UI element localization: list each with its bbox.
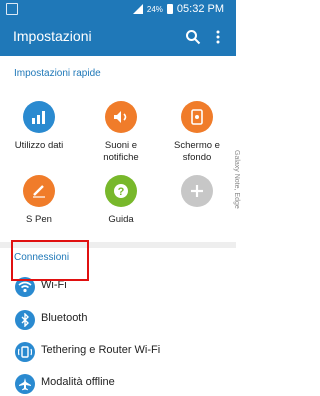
- pen-icon: [23, 175, 55, 207]
- battery-icon: [166, 4, 173, 14]
- quick-item-label: S Pen: [26, 214, 52, 225]
- search-icon[interactable]: [185, 29, 201, 45]
- page-title: Impostazioni: [13, 28, 92, 44]
- signal-icon: [132, 4, 143, 14]
- bluetooth-icon: [15, 310, 35, 330]
- tethering-icon: [15, 342, 35, 362]
- connection-item-airplane[interactable]: Modalità offline: [0, 369, 236, 396]
- app-bar: Impostazioni: [0, 19, 236, 56]
- quick-item-add[interactable]: [158, 175, 236, 214]
- speaker-icon: [105, 101, 137, 133]
- help-icon: ?: [105, 175, 137, 207]
- quick-item-display[interactable]: Schermo e sfondo: [158, 101, 236, 164]
- quick-settings-section: Impostazioni rapide Utilizzo dati Suoni …: [0, 56, 236, 252]
- add-icon: [181, 175, 213, 207]
- settings-screen: 24% 05:32 PM Impostazioni Impostazioni r…: [0, 0, 236, 396]
- gallery-icon: [6, 3, 18, 15]
- connection-label: Bluetooth: [41, 312, 88, 324]
- battery-percent: 24%: [146, 4, 163, 14]
- quick-item-sounds[interactable]: Suoni e notifiche: [82, 101, 160, 164]
- status-right-group: 24% 05:32 PM: [132, 3, 224, 15]
- wifi-highlight-box: [11, 240, 89, 281]
- svg-text:?: ?: [118, 186, 125, 198]
- connection-label: Tethering e Router Wi-Fi: [41, 344, 161, 356]
- screen-icon: [181, 101, 213, 133]
- quick-item-label: Suoni e notifiche: [103, 140, 139, 163]
- connection-item-bluetooth[interactable]: Bluetooth: [0, 305, 236, 334]
- status-bar: 24% 05:32 PM: [0, 0, 236, 19]
- quick-item-label: Schermo e sfondo: [174, 140, 220, 163]
- quick-item-data-usage[interactable]: Utilizzo dati: [0, 101, 78, 152]
- quick-item-label: Utilizzo dati: [14, 140, 64, 151]
- connection-label: Modalità offline: [41, 376, 115, 388]
- bar-chart-icon: [23, 101, 55, 133]
- quick-item-help[interactable]: ? Guida: [82, 175, 160, 226]
- connection-item-tethering[interactable]: Tethering e Router Wi-Fi: [0, 337, 236, 366]
- watermark-text: Galaxy Note, Edge: [233, 150, 240, 209]
- airplane-icon: [15, 374, 35, 394]
- more-options-icon[interactable]: [214, 29, 222, 45]
- quick-item-label: Guida: [108, 214, 134, 225]
- quick-settings-title: Impostazioni rapide: [14, 68, 101, 79]
- status-time: 05:32 PM: [176, 3, 224, 15]
- quick-item-s-pen[interactable]: S Pen: [0, 175, 78, 226]
